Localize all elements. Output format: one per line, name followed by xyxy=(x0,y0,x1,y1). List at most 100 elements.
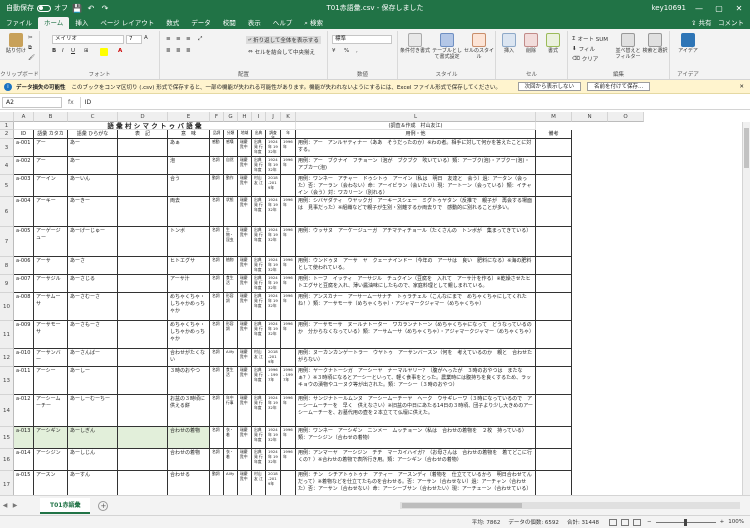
table-cell[interactable]: アーキー xyxy=(34,197,68,227)
next-sheet-icon[interactable]: ▶ xyxy=(10,502,20,509)
fx-icon[interactable]: fx xyxy=(68,99,74,106)
copy-icon[interactable]: ⧉ xyxy=(28,45,32,52)
table-cell[interactable] xyxy=(536,197,572,227)
cut-icon[interactable]: ✂ xyxy=(28,35,33,41)
table-cell[interactable]: めちゃくちゃ・しちゃかめっちゃか xyxy=(168,321,210,349)
tab-4[interactable]: 数式 xyxy=(160,17,185,29)
table-cell[interactable]: a-012 xyxy=(14,395,34,427)
row-header[interactable]: 3 xyxy=(0,139,14,157)
table-cell[interactable]: あーさんばー xyxy=(68,349,118,367)
table-cell[interactable]: アーシー xyxy=(34,367,68,395)
table-cell[interactable]: 瑞慶 覧中 xyxy=(238,157,252,175)
table-cell[interactable]: 語彙 カタカナ xyxy=(34,130,68,139)
table-cell[interactable] xyxy=(281,175,296,197)
italic-icon[interactable]: I xyxy=(62,48,64,54)
row-header[interactable]: 10 xyxy=(0,293,14,321)
table-cell[interactable]: 形容詞 xyxy=(224,293,238,321)
table-cell[interactable]: 村山友 江 xyxy=(252,349,266,367)
row-header[interactable]: 12 xyxy=(0,349,14,367)
search-box[interactable]: ⌕ 検索 xyxy=(304,17,323,29)
fill-color-icon[interactable] xyxy=(100,48,108,56)
table-cell[interactable]: 瑞慶 覧中 xyxy=(238,349,252,367)
align-top-icon[interactable]: ≡ xyxy=(166,36,171,42)
table-cell[interactable]: 出典発 行年度 xyxy=(252,321,266,349)
table-cell[interactable]: 出典 xyxy=(252,130,266,139)
zoom-in-icon[interactable]: + xyxy=(720,519,725,525)
sheet-tab[interactable]: T01赤語彙 xyxy=(40,497,91,514)
table-cell[interactable]: 動詞 xyxy=(210,471,224,495)
table-cell[interactable]: 名詞 xyxy=(210,349,224,367)
table-cell[interactable]: お盆の３時頃に供える餅 xyxy=(168,395,210,427)
table-cell[interactable]: 合わせる xyxy=(168,471,210,495)
table-cell[interactable]: めちゃくちゃ・しちゃかめっちゃか xyxy=(168,293,210,321)
column-header[interactable]: M xyxy=(536,112,572,122)
page-break-view-icon[interactable] xyxy=(633,518,642,526)
vertical-scrollbar[interactable] xyxy=(742,122,750,495)
table-cell[interactable]: あー xyxy=(68,139,118,157)
table-cell[interactable]: 語 彙 村 シ マ ク ト ゥ バ 語 彙 xyxy=(14,122,296,130)
table-cell[interactable]: 瑞慶 覧中 xyxy=(238,275,252,293)
table-cell[interactable]: 用例：アーサモーサ ヌールナトーター ワカランナトーン（めちゃくちゃになって ど… xyxy=(296,321,536,349)
table-cell[interactable]: アーシギン xyxy=(34,427,68,449)
table-cell[interactable]: 1924年 1932年 xyxy=(266,257,281,275)
row-header[interactable]: 9 xyxy=(0,275,14,293)
table-cell[interactable]: 村山友 江 xyxy=(252,175,266,197)
format-cells-button[interactable]: 書式 xyxy=(542,33,564,54)
minimize-icon[interactable]: — xyxy=(692,4,706,13)
table-cell[interactable]: 名詞 xyxy=(210,227,224,257)
table-cell[interactable] xyxy=(536,427,572,449)
table-cell[interactable]: 出典発 行年度 xyxy=(252,449,266,471)
table-cell[interactable]: 用例：ワンネー アーシギン ニンメー ムッチョーン（私は 合わせの着物を ２枚 … xyxy=(296,427,536,449)
table-cell[interactable] xyxy=(118,395,168,427)
align-bottom-icon[interactable]: ≡ xyxy=(186,36,191,42)
table-cell[interactable] xyxy=(281,471,296,495)
tab-2[interactable]: 挿入 xyxy=(69,17,94,29)
table-cell[interactable]: a-010 xyxy=(14,349,34,367)
column-header[interactable]: E xyxy=(168,112,210,122)
clear-button[interactable]: ⌫ クリア xyxy=(572,55,598,63)
table-cell[interactable] xyxy=(118,139,168,157)
table-cell[interactable]: 分類 xyxy=(224,130,238,139)
table-cell[interactable]: 1996年 xyxy=(281,275,296,293)
table-cell[interactable]: Allfy xyxy=(224,471,238,495)
number-format-field[interactable]: 標準 xyxy=(332,35,392,44)
table-cell[interactable]: 瑞慶 覧中 xyxy=(238,257,252,275)
table-cell[interactable]: 1996年 xyxy=(281,197,296,227)
table-cell[interactable]: ３時のおやつ xyxy=(168,367,210,395)
table-cell[interactable] xyxy=(118,275,168,293)
table-cell[interactable]: 瑞慶 覧中 xyxy=(238,367,252,395)
table-cell[interactable]: 用例：ヤークナトーシガ アーシーヤ ナーマルヤリー？（腹がへったが ３時のおやつ… xyxy=(296,367,536,395)
table-cell[interactable]: a-011 xyxy=(14,367,34,395)
save-as-button[interactable]: 名前を付けて保存... xyxy=(587,82,651,91)
table-cell[interactable]: 合わせの着物 xyxy=(168,449,210,471)
fill-button[interactable]: ⬇ フィル xyxy=(572,45,595,53)
table-cell[interactable] xyxy=(536,157,572,175)
table-cell[interactable]: 名詞 xyxy=(210,197,224,227)
table-cell[interactable] xyxy=(118,321,168,349)
table-cell[interactable]: 1996- 1997年 xyxy=(266,367,281,395)
table-cell[interactable]: 泡 xyxy=(168,157,210,175)
table-cell[interactable]: 瑞慶 覧中 xyxy=(238,471,252,495)
table-cell[interactable]: 用例：アンスカナー アーサームーサナチ トゥラチェル（こんなにまで めちゃくちゃ… xyxy=(296,293,536,321)
row-header[interactable]: 13 xyxy=(0,367,14,395)
table-cell[interactable]: 調査年 xyxy=(266,130,281,139)
table-cell[interactable] xyxy=(536,175,572,197)
table-cell[interactable]: a-003 xyxy=(14,175,34,197)
table-cell[interactable]: 年中行事 xyxy=(224,395,238,427)
table-cell[interactable]: 衣・着 xyxy=(224,449,238,471)
table-cell[interactable]: 1924年 1932年 xyxy=(266,157,281,175)
table-cell[interactable]: 出典発 行年度 xyxy=(252,197,266,227)
comma-icon[interactable]: , xyxy=(356,48,358,54)
table-cell[interactable]: あーさじる xyxy=(68,275,118,293)
table-cell[interactable]: 1924年 1932年 xyxy=(266,197,281,227)
table-cell[interactable]: 2018-2019年 xyxy=(266,471,281,495)
table-cell[interactable] xyxy=(281,349,296,367)
table-cell[interactable]: a-002 xyxy=(14,157,34,175)
prev-sheet-icon[interactable]: ◀ xyxy=(0,502,10,509)
merge-center-button[interactable]: ⇔ セルを結合して中央揃え xyxy=(246,48,317,56)
delete-cells-button[interactable]: 削除 xyxy=(520,33,542,54)
row-header[interactable]: 16 xyxy=(0,449,14,471)
table-cell[interactable]: 品詞 xyxy=(210,130,224,139)
tab-7[interactable]: 表示 xyxy=(242,17,267,29)
table-cell[interactable]: あーさもーさ xyxy=(68,321,118,349)
